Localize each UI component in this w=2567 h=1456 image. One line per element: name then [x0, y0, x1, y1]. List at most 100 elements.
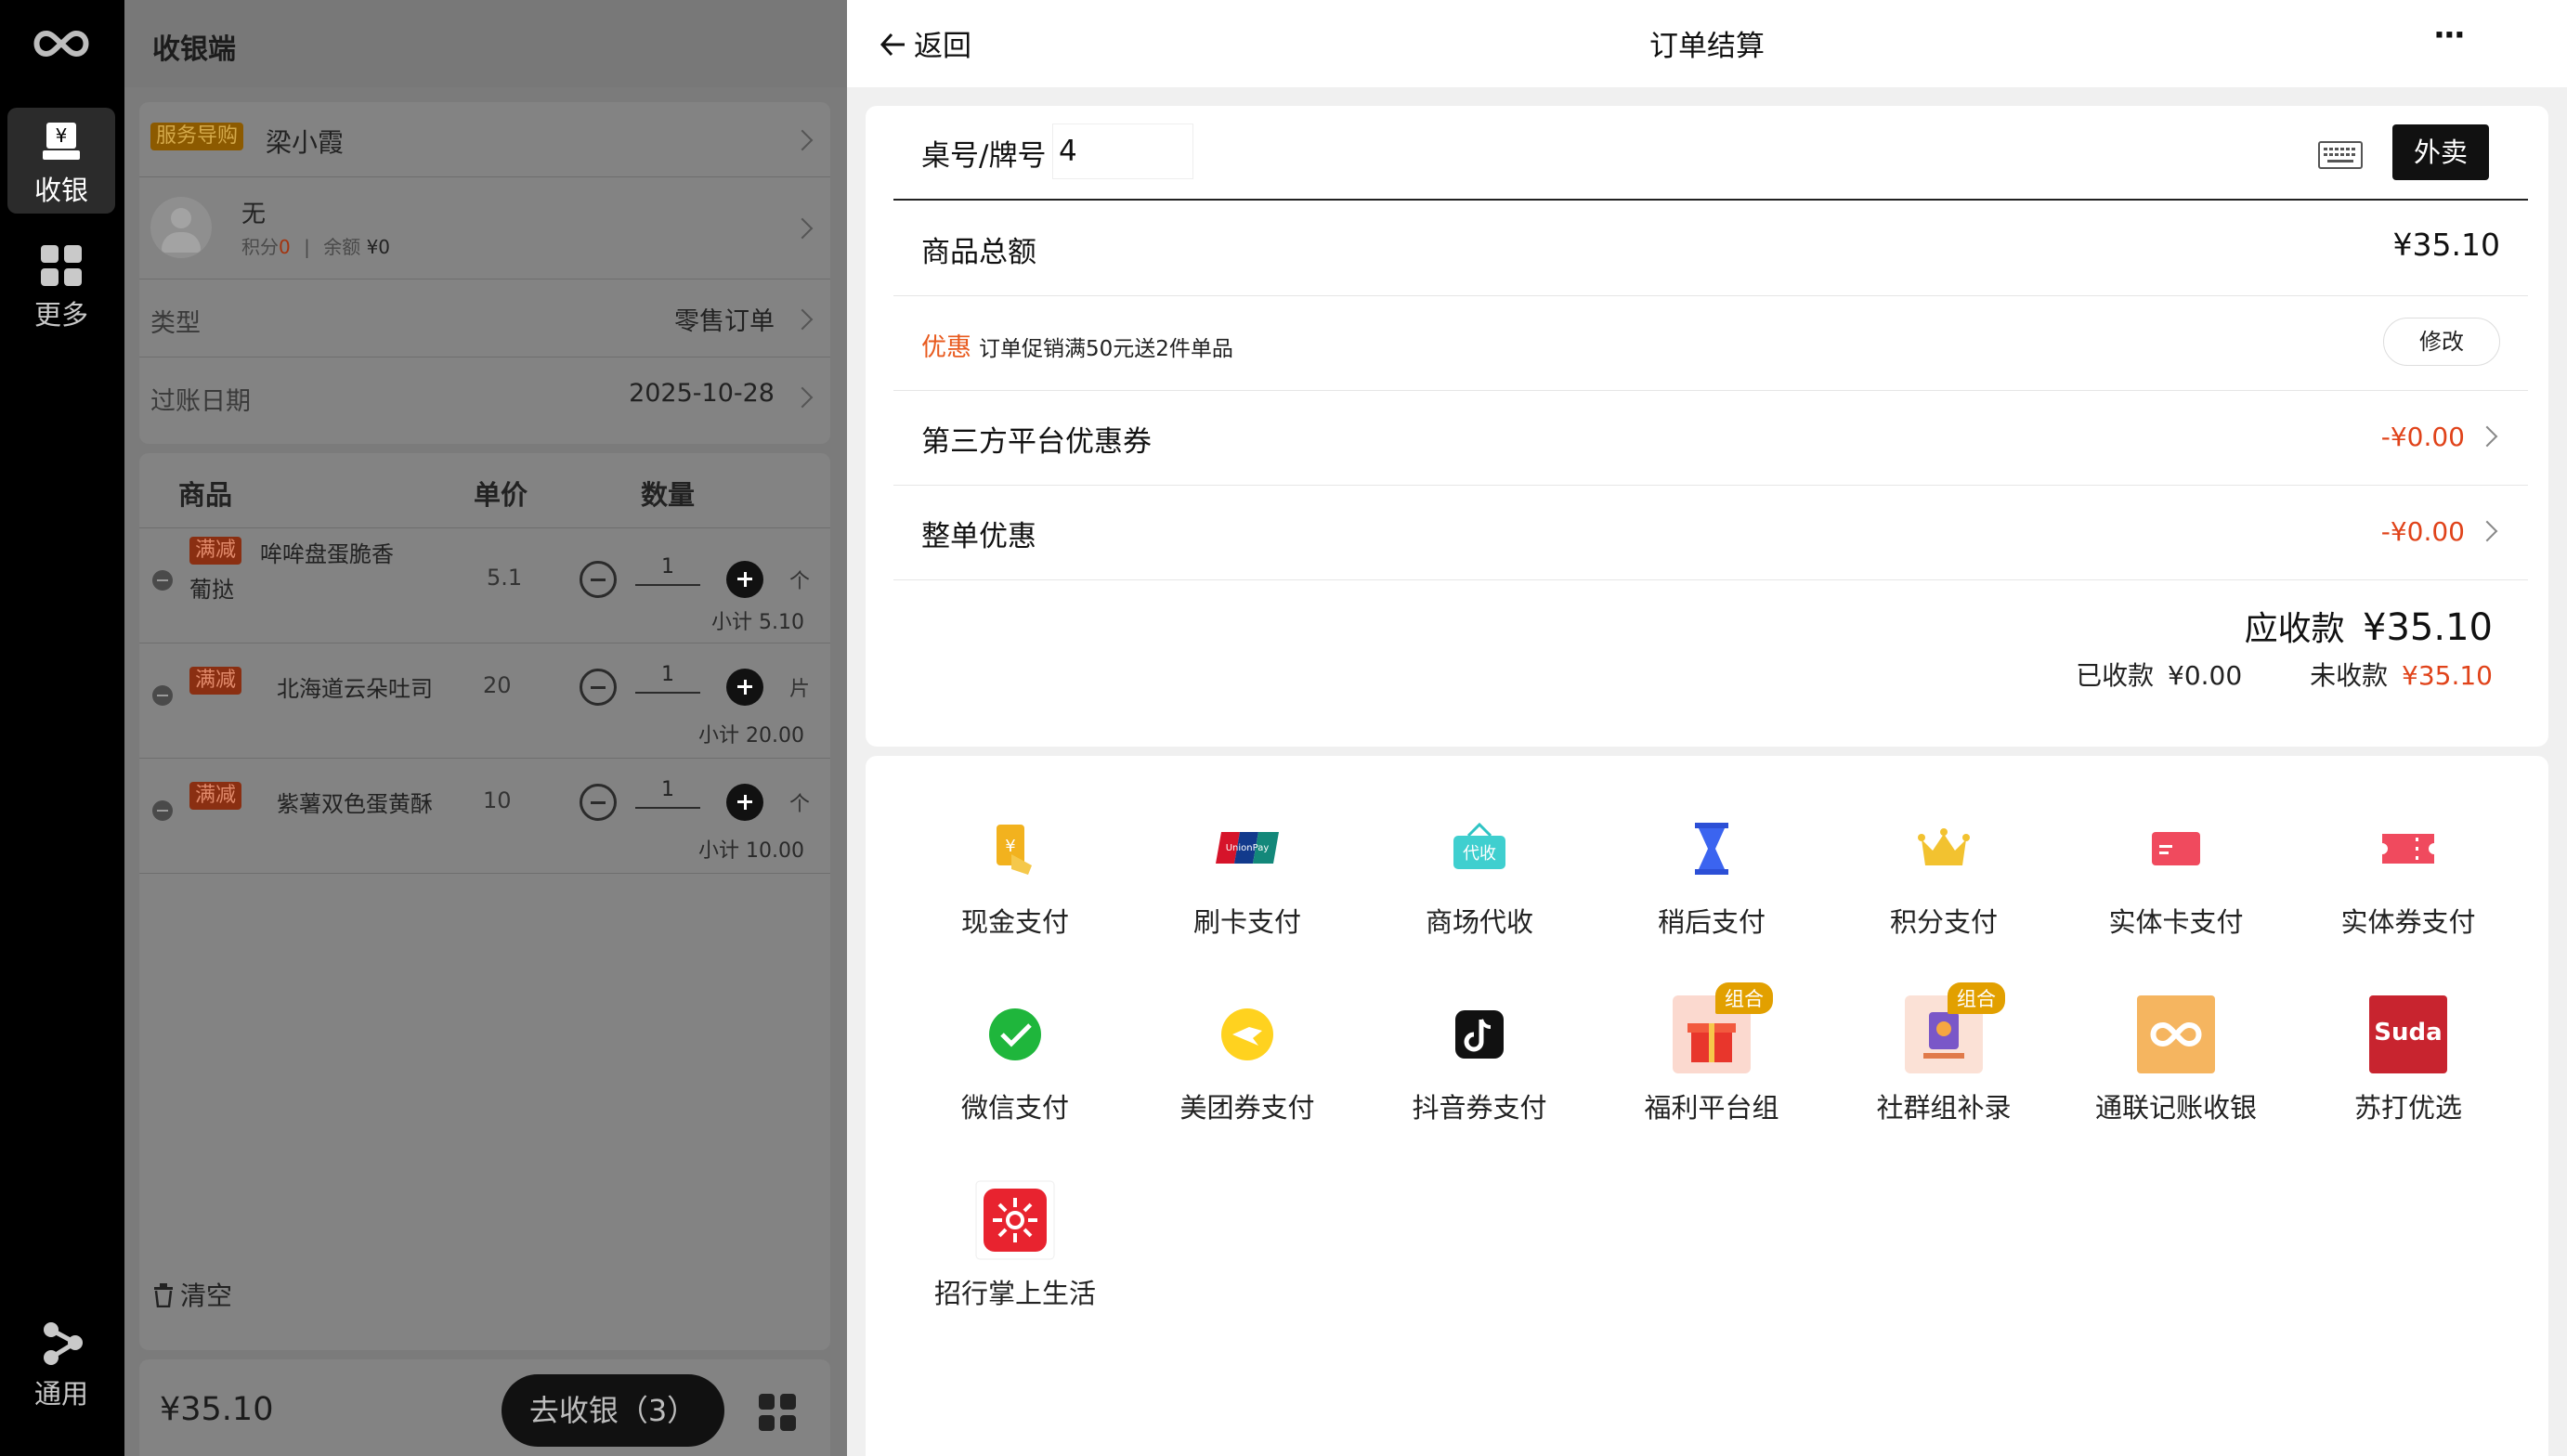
- payment-physical-voucher[interactable]: 实体券支付: [2292, 808, 2524, 940]
- modify-button[interactable]: 修改: [2383, 318, 2500, 366]
- type-row[interactable]: 类型 零售订单: [139, 279, 830, 358]
- crown-icon: [1918, 828, 1970, 865]
- clear-cart-button[interactable]: 清空: [152, 1276, 232, 1313]
- qty-input[interactable]: 1: [635, 778, 700, 809]
- payment-physical-card[interactable]: 实体卡支付: [2060, 808, 2292, 940]
- qty-input[interactable]: 1: [635, 663, 700, 694]
- receivable-amount: 应收款 ¥35.10: [2245, 602, 2493, 650]
- item-tag: 满减: [189, 782, 242, 810]
- rail-item-general[interactable]: 通用: [7, 1320, 115, 1411]
- date-row[interactable]: 过账日期 2025-10-28: [139, 357, 830, 435]
- rail-label-cashier: 收银: [33, 175, 88, 206]
- grid-icon: [41, 245, 82, 286]
- payment-label: 商场代收: [1425, 906, 1533, 938]
- qty-minus-button[interactable]: [580, 784, 617, 821]
- cmb-icon: [975, 1180, 1055, 1260]
- receivable-label: 应收款: [2244, 610, 2345, 648]
- coupon-label: 第三方平台优惠券: [921, 425, 1152, 459]
- payment-suda[interactable]: Suda 苏打优选: [2292, 994, 2524, 1125]
- receivable-value: ¥35.10: [2363, 606, 2493, 649]
- takeout-button[interactable]: 外卖: [2392, 124, 2489, 180]
- clear-label: 清空: [180, 1280, 233, 1311]
- rail-label-general: 通用: [33, 1378, 88, 1410]
- cash-icon: ¥: [997, 825, 1032, 875]
- guide-tag: 服务导购: [150, 123, 244, 150]
- rail-item-cashier[interactable]: ¥ 收银: [7, 108, 115, 214]
- cart-total: ¥35.10: [160, 1391, 274, 1428]
- payment-unionpay[interactable]: UnionPay 刷卡支付: [1131, 808, 1363, 940]
- settlement-header: 返回 订单结算 ···: [847, 0, 2567, 87]
- rail-item-more[interactable]: 更多: [7, 243, 115, 332]
- payment-label: 美团券支付: [1179, 1092, 1315, 1124]
- payment-mall-collect[interactable]: 代收 商场代收: [1363, 808, 1596, 940]
- remove-item-icon[interactable]: [152, 570, 173, 591]
- unpaid-label: 未收款: [2310, 660, 2389, 691]
- col-qty: 数量: [641, 479, 696, 511]
- cart-panel: 收银端 服务导购 梁小霞 无 积分0 | 余额 ¥0 类型 零售订单 过账日期 …: [124, 0, 847, 1456]
- more-menu-button[interactable]: ···: [2433, 17, 2466, 54]
- qty-plus-button[interactable]: [726, 784, 763, 821]
- member-balance-label: 余额: [323, 236, 361, 258]
- settlement-panel: 返回 订单结算 ··· 桌号/牌号 4 外卖 商品总额 ¥35.10 优惠 订单…: [847, 0, 2567, 1456]
- cart-item-row[interactable]: 满减 紫薯双色蛋黄酥 10 1 个 小计 10.00: [139, 758, 830, 874]
- keyboard-icon[interactable]: [2318, 141, 2363, 169]
- payment-allinpay[interactable]: 通联记账收银: [2060, 994, 2292, 1125]
- card-icon: [2152, 832, 2200, 865]
- payment-welfare-group[interactable]: 组合 福利平台组: [1596, 982, 1828, 1125]
- qty-input[interactable]: 1: [635, 555, 700, 586]
- promo-text: 订单促销满50元送2件单品: [979, 337, 1233, 361]
- payment-status: 已收款 ¥0.00 未收款 ¥35.10: [2076, 656, 2493, 693]
- mall-collect-icon: 代收: [1453, 822, 1505, 869]
- qty-plus-button[interactable]: [726, 561, 763, 598]
- cart-item-row[interactable]: 满减 哞哞盘蛋脆香葡挞 5.1 1 个 小计 5.10: [139, 527, 830, 644]
- item-price: 5.1: [487, 565, 523, 591]
- payment-douyin[interactable]: 抖音券支付: [1363, 994, 1596, 1125]
- payment-wechat[interactable]: 微信支付: [899, 994, 1131, 1125]
- item-unit: 个: [789, 570, 811, 593]
- qty-plus-button[interactable]: [726, 669, 763, 706]
- chevron-right-icon: [2476, 425, 2498, 448]
- unpaid-value: ¥35.10: [2402, 660, 2493, 691]
- trash-icon: [154, 1283, 173, 1308]
- payment-label: 招行掌上生活: [933, 1278, 1096, 1309]
- payment-cash[interactable]: ¥ 现金支付: [899, 808, 1131, 940]
- qty-minus-button[interactable]: [580, 561, 617, 598]
- order-discount-row[interactable]: 整单优惠 -¥0.00: [893, 485, 2528, 580]
- date-label: 过账日期: [150, 387, 251, 416]
- payment-label: 社群组补录: [1876, 1092, 2012, 1124]
- item-name: 北海道云朵吐司: [277, 676, 433, 702]
- cart-item-row[interactable]: 满减 北海道云朵吐司 20 1 片 小计 20.00: [139, 643, 830, 759]
- payment-meituan[interactable]: 美团券支付: [1131, 994, 1363, 1125]
- payment-pay-later[interactable]: 稍后支付: [1596, 808, 1828, 940]
- item-subtotal: 小计 20.00: [698, 724, 804, 748]
- col-price: 单价: [474, 479, 528, 511]
- remove-item-icon[interactable]: [152, 685, 173, 706]
- chevron-right-icon: [791, 129, 814, 151]
- payment-label: 现金支付: [960, 906, 1069, 938]
- qty-minus-button[interactable]: [580, 669, 617, 706]
- chevron-right-icon: [2476, 520, 2498, 542]
- member-row[interactable]: 无 积分0 | 余额 ¥0: [139, 176, 830, 280]
- goods-total-row: 商品总额 ¥35.10: [893, 201, 2528, 296]
- third-party-coupon-row[interactable]: 第三方平台优惠券 -¥0.00: [893, 390, 2528, 486]
- member-points: 0: [279, 236, 291, 258]
- payment-label: 福利平台组: [1644, 1092, 1779, 1124]
- payment-label: 抖音券支付: [1412, 1092, 1547, 1124]
- item-unit: 个: [789, 793, 811, 816]
- received-value: ¥0.00: [2168, 660, 2243, 691]
- svg-text:¥: ¥: [56, 124, 68, 147]
- suda-icon: Suda: [2369, 995, 2447, 1073]
- remove-item-icon[interactable]: [152, 800, 173, 821]
- table-number-input[interactable]: 4: [1053, 124, 1192, 178]
- ticket-icon: [2382, 834, 2434, 864]
- checkout-button[interactable]: 去收银（3）: [502, 1374, 724, 1447]
- grid-icon[interactable]: [758, 1393, 797, 1432]
- cart-title: 收银端: [152, 33, 236, 66]
- payment-community-group[interactable]: 组合 社群组补录: [1828, 982, 2060, 1125]
- payment-points[interactable]: 积分支付: [1828, 808, 2060, 940]
- guide-row[interactable]: 服务导购 梁小霞: [139, 102, 830, 177]
- item-price: 10: [483, 787, 512, 813]
- wechat-icon: [989, 1008, 1041, 1060]
- date-value: 2025-10-28: [629, 379, 775, 408]
- payment-cmb-life[interactable]: 招行掌上生活: [899, 1179, 1131, 1311]
